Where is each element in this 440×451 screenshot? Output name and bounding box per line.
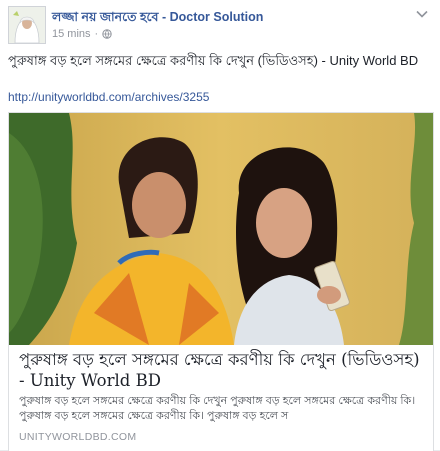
post-link[interactable]: http://unityworldbd.com/archives/3255 (8, 90, 209, 104)
link-preview-image[interactable] (9, 113, 433, 345)
link-preview-title[interactable]: পুরুষাঙ্গ বড় হলে সঙ্গমের ক্ষেত্রে করণীয… (19, 349, 423, 391)
page-avatar[interactable] (8, 6, 46, 44)
globe-icon[interactable] (102, 29, 112, 39)
preview-photo (9, 113, 433, 345)
post-author[interactable]: লজ্জা নয় জানতে হবে - Doctor Solution (52, 9, 263, 29)
link-preview-description: পুরুষাঙ্গ বড় হলে সঙ্গমের ক্ষেত্রে করণীয… (19, 395, 416, 422)
feed-post: লজ্জা নয় জানতে হবে - Doctor Solution 15… (0, 0, 440, 451)
post-time[interactable]: 15 mins (52, 28, 91, 40)
meta-separator: · (94, 28, 99, 40)
link-preview-card[interactable]: পুরুষাঙ্গ বড় হলে সঙ্গমের ক্ষেত্রে করণীয… (8, 112, 434, 451)
post-meta: 15 mins · (52, 28, 112, 40)
post-text: পুরুষাঙ্গ বড় হলে সঙ্গমের ক্ষেত্রে করণীয… (8, 53, 419, 68)
link-preview-domain: UNITYWORLDBD.COM (19, 431, 137, 443)
chevron-down-icon[interactable] (416, 10, 428, 18)
avatar-image (9, 7, 45, 43)
